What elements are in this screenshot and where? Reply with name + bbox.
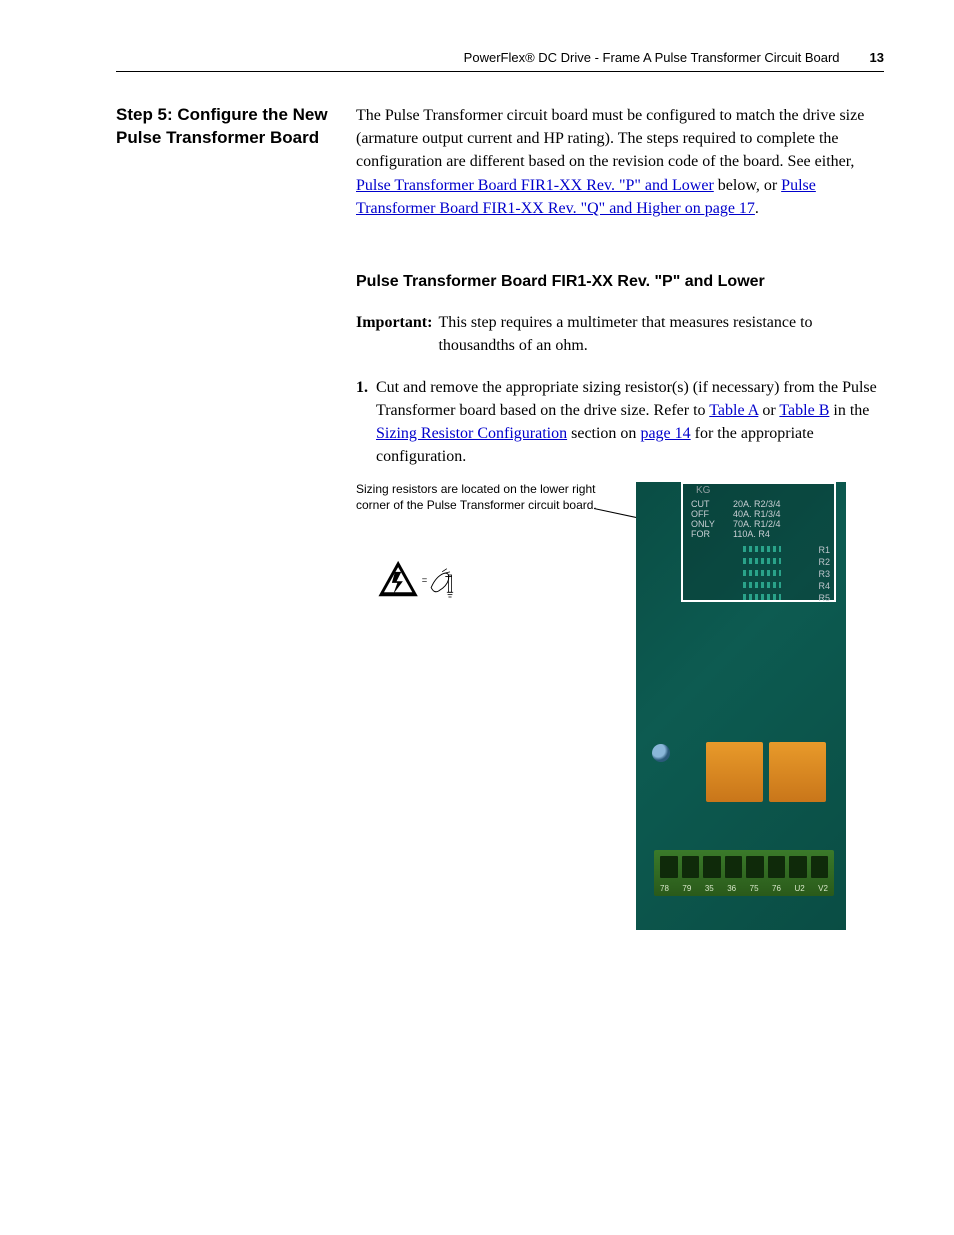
terminal-block: 78 79 35 36 75 76 U2 V2 [654, 850, 834, 896]
list-number: 1. [356, 376, 368, 469]
resistor-marker [743, 582, 781, 588]
running-header: PowerFlex® DC Drive - Frame A Pulse Tran… [116, 50, 884, 72]
screw-icon [652, 744, 670, 762]
text: . [755, 200, 759, 217]
terminal-label: 36 [727, 883, 736, 895]
terminal-label: U2 [794, 883, 804, 895]
link-rev-p-lower[interactable]: Pulse Transformer Board FIR1-XX Rev. "P"… [356, 177, 714, 194]
terminal-label: 76 [772, 883, 781, 895]
figure-caption: Sizing resistors are located on the lowe… [356, 482, 626, 513]
important-text: This step requires a multimeter that mea… [438, 311, 884, 357]
terminal-label: 75 [750, 883, 759, 895]
resistor-label: R5 [818, 592, 830, 605]
text: in the [829, 402, 869, 419]
terminal-label: V2 [818, 883, 828, 895]
text: below, or [714, 177, 781, 194]
step5-heading: Step 5: Configure the New Pulse Transfor… [116, 104, 336, 930]
page-number: 13 [870, 50, 884, 65]
link-table-a[interactable]: Table A [709, 402, 758, 419]
resistor-marker [743, 546, 781, 552]
svg-text:=: = [422, 574, 428, 585]
text: or [758, 402, 779, 419]
text: section on [567, 425, 640, 442]
numbered-step-1: 1. Cut and remove the appropriate sizing… [356, 376, 884, 469]
important-note: Important: This step requires a multimet… [356, 311, 884, 357]
subsection-heading: Pulse Transformer Board FIR1-XX Rev. "P"… [356, 270, 884, 293]
step5-intro: The Pulse Transformer circuit board must… [356, 104, 884, 220]
terminal-label: 79 [682, 883, 691, 895]
relay-pair [706, 742, 826, 802]
terminal-label: 35 [705, 883, 714, 895]
link-sizing-config[interactable]: Sizing Resistor Configuration [376, 425, 567, 442]
pcb-photo: KG CUT OFF ONLY FOR 20A. R2/3/4 40A. R1/… [636, 482, 846, 930]
resistor-marker [743, 594, 781, 600]
doc-title: PowerFlex® DC Drive - Frame A Pulse Tran… [464, 50, 840, 65]
resistor-marker [743, 570, 781, 576]
esd-caution-icon: = [356, 553, 456, 608]
pcb-highlight-box: CUT OFF ONLY FOR 20A. R2/3/4 40A. R1/3/4… [681, 482, 836, 602]
pcb-cut-text: CUT OFF ONLY FOR [691, 500, 715, 540]
resistor-marker [743, 558, 781, 564]
link-table-b[interactable]: Table B [779, 402, 829, 419]
link-page-14[interactable]: page 14 [640, 425, 690, 442]
pcb-amp-list: 20A. R2/3/4 40A. R1/3/4 70A. R1/2/4 110A… [733, 500, 781, 540]
list-body: Cut and remove the appropriate sizing re… [376, 376, 884, 469]
terminal-label: 78 [660, 883, 669, 895]
important-label: Important: [356, 311, 432, 357]
figure-sizing-resistors: Sizing resistors are located on the lowe… [356, 482, 884, 930]
text: The Pulse Transformer circuit board must… [356, 107, 864, 170]
